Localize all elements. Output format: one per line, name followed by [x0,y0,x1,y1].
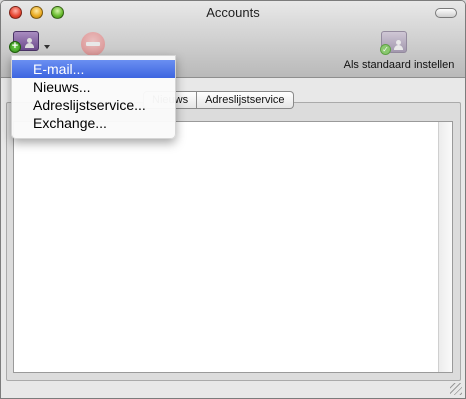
chevron-down-icon [44,45,50,49]
window-title: Accounts [206,5,260,20]
set-default-label: Als standaard instellen [343,59,455,71]
add-account-button[interactable]: + [9,31,50,57]
menu-item-exchange[interactable]: Exchange... [12,114,175,132]
accounts-list[interactable] [13,121,453,373]
toolbar-toggle-button[interactable] [435,8,457,18]
menu-item-directory-service[interactable]: Adreslijstservice... [12,96,175,114]
tab-adreslijstservice[interactable]: Adreslijstservice [197,91,294,109]
plus-icon: + [9,41,21,53]
menu-item-email[interactable]: E-mail... [12,60,175,78]
vertical-scrollbar[interactable] [438,122,452,372]
menu-item-news[interactable]: Nieuws... [12,78,175,96]
remove-account-button[interactable] [81,32,105,56]
accounts-window: Accounts + ✓ Als standaard instellen Nie… [0,0,466,399]
resize-grip-icon[interactable] [450,383,462,395]
set-default-button[interactable]: ✓ Als standaard instellen [335,29,463,75]
default-account-icon: ✓ [380,31,407,55]
checkmark-icon: ✓ [380,44,391,55]
add-account-menu: E-mail... Nieuws... Adreslijstservice...… [11,55,176,139]
